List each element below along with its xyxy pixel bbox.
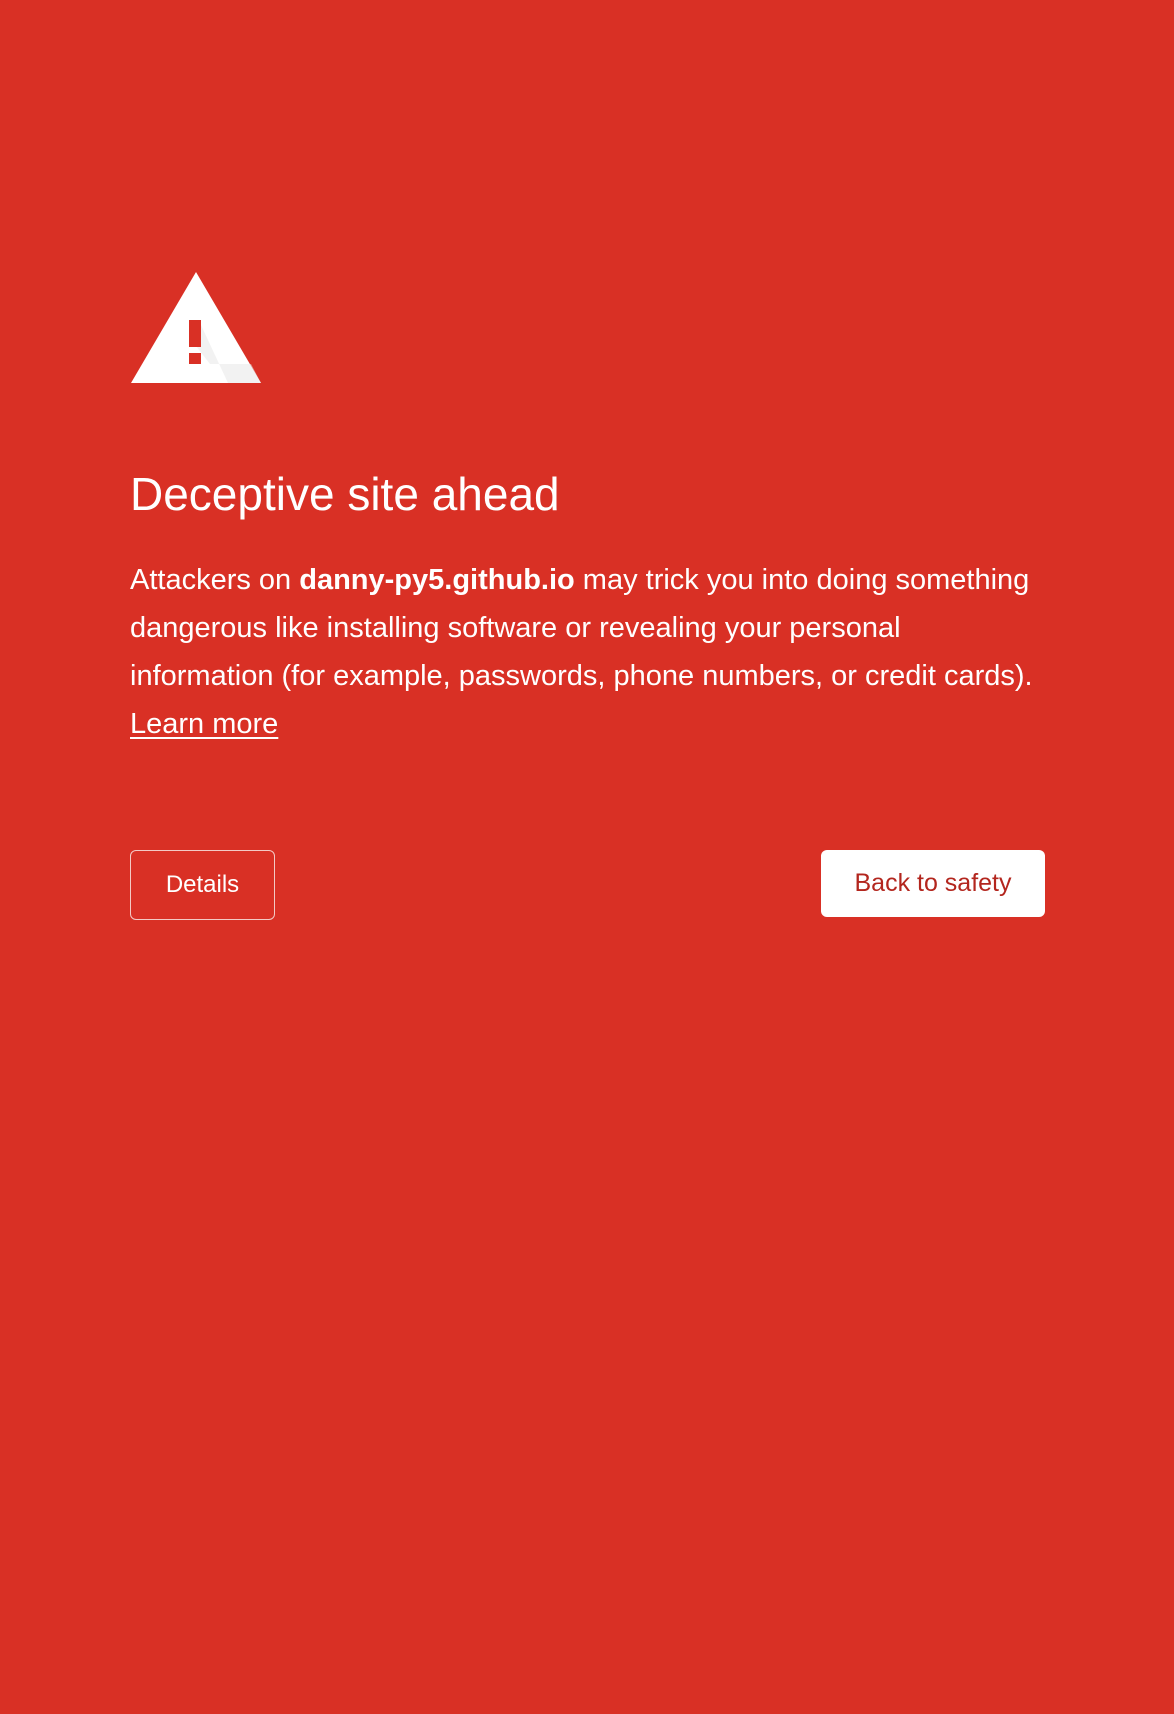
warning-description: Attackers on danny-py5.github.io may tri…	[130, 556, 1050, 748]
back-to-safety-button[interactable]: Back to safety	[821, 850, 1045, 917]
warning-icon	[130, 270, 262, 385]
description-prefix: Attackers on	[130, 564, 300, 596]
page-title: Deceptive site ahead	[130, 468, 560, 520]
site-name: danny-py5.github.io	[299, 564, 575, 596]
learn-more-link[interactable]: Learn more	[130, 708, 278, 740]
details-button[interactable]: Details	[130, 850, 275, 920]
